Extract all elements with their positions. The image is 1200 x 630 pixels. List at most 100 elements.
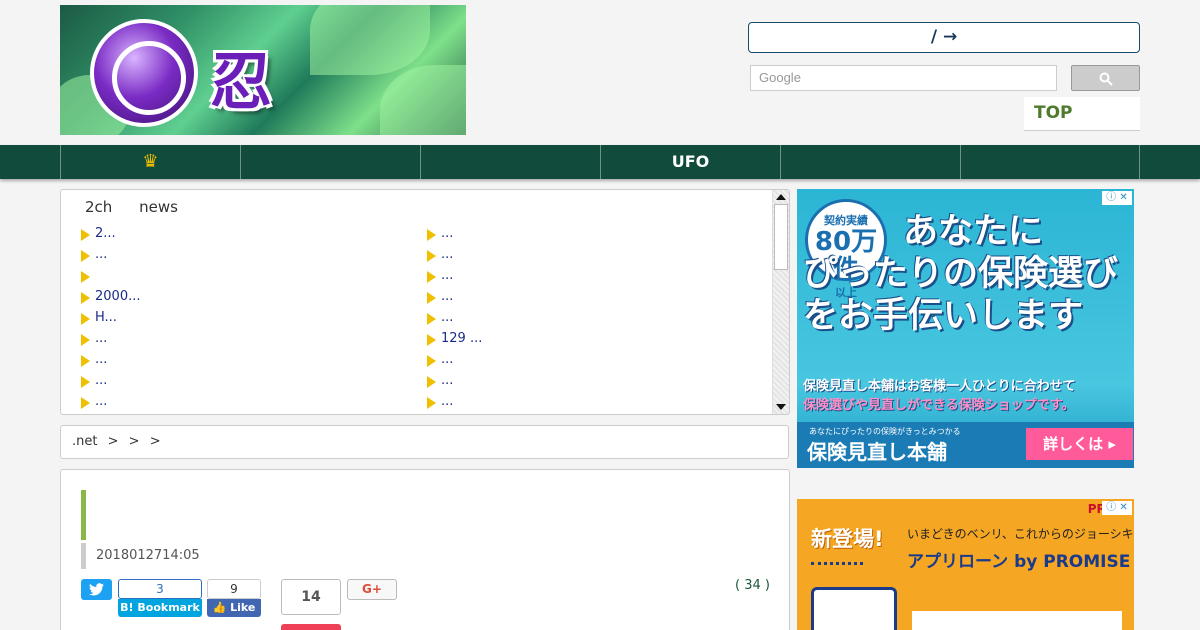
- news-item[interactable]: [81, 266, 140, 287]
- news-item[interactable]: ...: [427, 350, 482, 371]
- news-item-label: ...: [95, 373, 108, 388]
- news-item-label: ...: [441, 247, 454, 262]
- news-item-label: ...: [95, 247, 108, 262]
- tab-2ch[interactable]: 2ch: [85, 198, 112, 216]
- article-card: 2018012714:05 ( 34 ) 3 B! Bookmark 9 👍 L…: [60, 469, 790, 630]
- news-item-label: ...: [441, 373, 454, 388]
- news-item[interactable]: 129 ...: [427, 329, 482, 350]
- news-item[interactable]: ...: [81, 350, 140, 371]
- nav-item-ufo[interactable]: UFO: [600, 145, 780, 179]
- ad-close-icon[interactable]: ⓘ ✕: [1102, 191, 1132, 205]
- ad-loan[interactable]: PRO ⓘ ✕ 新登場! いまどきのベンリ、これからのジョーシキ アプリローン …: [797, 499, 1134, 630]
- news-item-label: ...: [441, 310, 454, 325]
- gplus-share-button[interactable]: G+: [347, 579, 397, 600]
- breadcrumb-separator: >: [107, 434, 119, 449]
- ad-card: [912, 611, 1122, 630]
- arrow-right-icon: [427, 271, 436, 283]
- nav-item-3[interactable]: [420, 145, 600, 179]
- ad-close-icon[interactable]: ⓘ ✕: [1102, 501, 1132, 515]
- date-accent-bar: [81, 543, 86, 569]
- nav-item-6[interactable]: [960, 145, 1140, 179]
- arrow-right-icon: [81, 229, 90, 241]
- ad-subtext: 保険見直し本舗はお客様一人ひとりに合わせて 保険選びや見直しができる保険ショップ…: [803, 379, 1076, 413]
- arrow-right-icon: [427, 250, 436, 262]
- crown-icon: ♛: [142, 151, 159, 172]
- news-item[interactable]: ...: [81, 245, 140, 266]
- search-button[interactable]: [1071, 65, 1140, 91]
- top-tab[interactable]: TOP: [1024, 97, 1140, 131]
- news-item-label: ...: [95, 352, 108, 367]
- comment-count[interactable]: ( 34 ): [735, 578, 770, 593]
- arrow-right-icon: [427, 376, 436, 388]
- news-item-label: ...: [441, 289, 454, 304]
- news-item[interactable]: ...: [427, 245, 482, 266]
- news-tabs: 2ch news: [85, 198, 200, 216]
- arrow-right-icon: [427, 292, 436, 304]
- site-logo[interactable]: 忍議.NET: [60, 5, 466, 135]
- arrow-right-icon: [81, 376, 90, 388]
- ad-new-label: 新登場!: [811, 527, 884, 551]
- news-scrollbar[interactable]: [772, 190, 789, 414]
- header-link[interactable]: / →: [748, 22, 1140, 53]
- logo-emblem: [90, 19, 198, 127]
- hatena-count: 3: [118, 579, 202, 599]
- arrow-right-icon: [81, 250, 90, 262]
- news-item-label: H...: [95, 310, 117, 325]
- arrow-right-icon: [81, 271, 90, 283]
- news-item-label: ...: [441, 226, 454, 241]
- scroll-up-icon[interactable]: [776, 194, 786, 200]
- nav-item-5[interactable]: [780, 145, 960, 179]
- news-feed: 2ch news 2...... 2000... H... ............…: [60, 189, 790, 415]
- news-item-label: ...: [95, 331, 108, 346]
- news-item[interactable]: ...: [81, 371, 140, 392]
- news-item[interactable]: 2...: [81, 224, 140, 245]
- hatena-bookmark-button[interactable]: 3 B! Bookmark: [118, 579, 202, 618]
- search-icon: [1099, 72, 1113, 86]
- search-input[interactable]: Google: [750, 65, 1057, 91]
- logo-text: 忍議.NET: [210, 45, 272, 118]
- thumbs-up-icon: 👍: [212, 601, 231, 614]
- arrow-right-icon: [427, 334, 436, 346]
- tab-news[interactable]: news: [139, 198, 178, 216]
- news-item[interactable]: H...: [81, 308, 140, 329]
- phone-icon: [811, 587, 897, 630]
- ad-app-name: アプリローン by PROMISE: [907, 552, 1131, 572]
- scroll-down-icon[interactable]: [776, 404, 786, 410]
- arrow-right-icon: [427, 229, 436, 241]
- scroll-thumb[interactable]: [774, 204, 788, 270]
- news-item-label: 2000...: [95, 289, 141, 304]
- news-item[interactable]: ...: [427, 266, 482, 287]
- twitter-share-button[interactable]: [81, 579, 112, 600]
- ad-catchphrase: いまどきのベンリ、これからのジョーシキ: [907, 527, 1134, 541]
- facebook-like-button[interactable]: 9 👍 Like: [207, 579, 261, 618]
- wave-decoration: [811, 557, 863, 565]
- ad-insurance[interactable]: ⓘ ✕ 契約実績 80万件 以上 あなたに ぴったりの保険選び をお手伝いします…: [797, 189, 1134, 468]
- ad-cta-button[interactable]: 詳しくは ▸: [1026, 428, 1133, 460]
- nav-item-ranking[interactable]: ♛: [60, 145, 240, 179]
- news-item[interactable]: 2000...: [81, 287, 140, 308]
- news-item[interactable]: ...: [81, 392, 140, 413]
- news-item[interactable]: ...: [81, 329, 140, 350]
- news-column-left: 2...... 2000... H... ............: [81, 224, 140, 413]
- breadcrumb-separator: >: [128, 434, 140, 449]
- news-item[interactable]: ...: [427, 308, 482, 329]
- arrow-right-icon: [427, 355, 436, 367]
- arrow-right-icon: [427, 397, 436, 409]
- news-item[interactable]: ...: [427, 287, 482, 308]
- news-item[interactable]: ...: [427, 224, 482, 245]
- pocket-count: 14: [281, 579, 341, 615]
- nav-item-2[interactable]: [240, 145, 420, 179]
- main-nav: ♛ UFO: [0, 145, 1200, 179]
- ad-headline: あなたに ぴったりの保険選び をお手伝いします: [803, 212, 1119, 336]
- arrow-right-icon: [81, 355, 90, 367]
- facebook-label: 👍 Like: [207, 599, 261, 617]
- news-item[interactable]: ...: [427, 392, 482, 413]
- breadcrumb-home[interactable]: .net: [72, 434, 97, 449]
- pocket-button[interactable]: [281, 624, 341, 630]
- news-item-label: 2...: [95, 226, 116, 241]
- breadcrumb: .net > > >: [60, 425, 789, 459]
- news-item-label: ...: [441, 394, 454, 409]
- hatena-label: B! Bookmark: [118, 599, 202, 617]
- news-item[interactable]: ...: [427, 371, 482, 392]
- twitter-icon: [89, 583, 104, 596]
